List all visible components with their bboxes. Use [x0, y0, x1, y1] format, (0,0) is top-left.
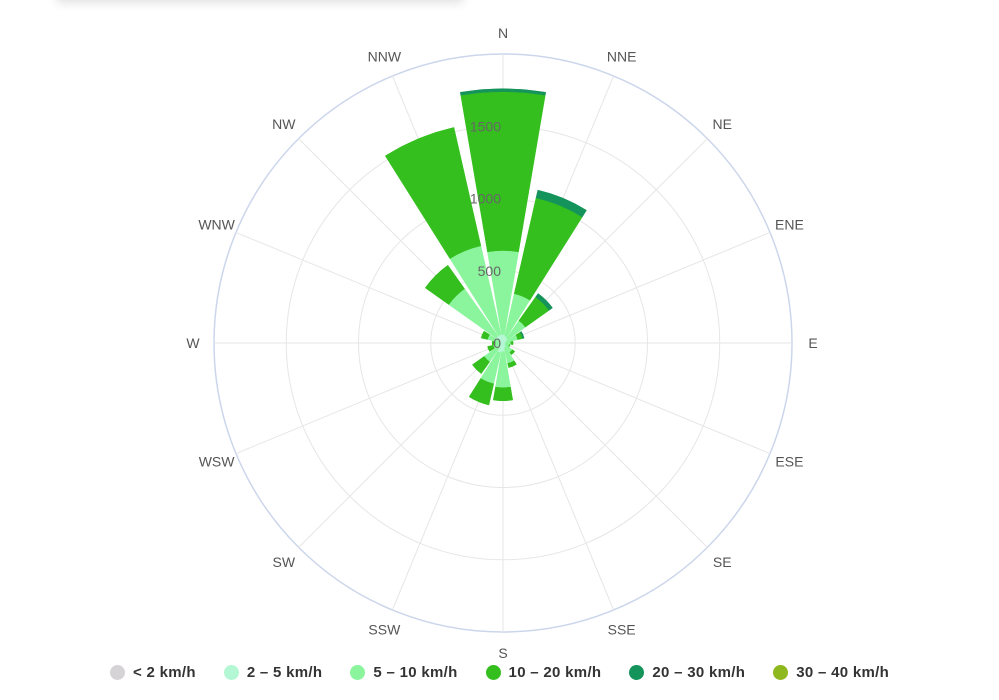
direction-label-nnw: NNW	[368, 49, 402, 65]
direction-label-ese: ESE	[775, 454, 803, 470]
direction-label-w: W	[186, 335, 200, 351]
legend-marker	[223, 665, 239, 680]
wind-rose-chart: 0 500 1000 1500 N NNE NE ENE E ESE SE SSE S SSW SW WSW W…	[186, 25, 817, 660]
legend-item-20-30-km-h[interactable]: 20 – 30 km/h	[629, 664, 745, 681]
legend-item-2-5-km-h[interactable]: 2 – 5 km/h	[223, 664, 323, 681]
legend-marker	[773, 665, 789, 680]
legend-marker	[485, 665, 501, 680]
bars	[384, 88, 587, 406]
direction-label-sw: SW	[273, 554, 296, 570]
direction-label-e: E	[808, 335, 817, 351]
radial-tick-label: 500	[478, 263, 502, 279]
legend-label: 10 – 20 km/h	[508, 664, 602, 681]
grid-spoke	[502, 342, 708, 548]
grid-spoke	[502, 342, 615, 611]
legend-label: < 2 km/h	[132, 664, 196, 681]
direction-label-n: N	[498, 25, 508, 41]
grid-spoke	[298, 342, 504, 548]
legend-label: 20 – 30 km/h	[652, 664, 746, 681]
legend-label: 5 – 10 km/h	[373, 664, 458, 681]
legend-label: 30 – 40 km/h	[796, 664, 890, 681]
direction-label-wsw: WSW	[199, 454, 236, 470]
grid-spoke	[502, 342, 771, 455]
bar-e-10-20-km-h[interactable]	[510, 341, 514, 345]
legend-marker	[629, 665, 645, 680]
chart-legend: < 2 km/h 2 – 5 km/h 5 – 10 km/h 10 – 20 km/…	[0, 664, 999, 681]
direction-label-ne: NE	[712, 116, 731, 132]
radial-tick-label: 1500	[470, 118, 501, 134]
direction-label-wnw: WNW	[198, 216, 235, 232]
direction-label-nw: NW	[272, 116, 296, 132]
direction-label-s: S	[498, 645, 507, 660]
radial-tick-label: 1000	[470, 191, 501, 207]
legend-label: 2 – 5 km/h	[246, 664, 323, 681]
direction-label-ssw: SSW	[368, 621, 401, 637]
legend-item-10-20-km-h[interactable]: 10 – 20 km/h	[485, 664, 602, 681]
legend-item-2-km-h[interactable]: < 2 km/h	[109, 664, 196, 681]
legend-marker	[350, 665, 366, 680]
legend-item-30-40-km-h[interactable]: 30 – 40 km/h	[773, 664, 889, 681]
direction-label-nne: NNE	[607, 49, 637, 65]
direction-label-se: SE	[713, 554, 732, 570]
legend-item-5-10-km-h[interactable]: 5 – 10 km/h	[350, 664, 457, 681]
direction-label-sse: SSE	[608, 621, 636, 637]
direction-label-ene: ENE	[775, 216, 804, 232]
radial-tick-label: 0	[493, 335, 501, 351]
grid-spoke	[235, 342, 504, 455]
legend-marker	[109, 665, 125, 680]
bar-s-10-20-km-h[interactable]	[492, 386, 514, 402]
